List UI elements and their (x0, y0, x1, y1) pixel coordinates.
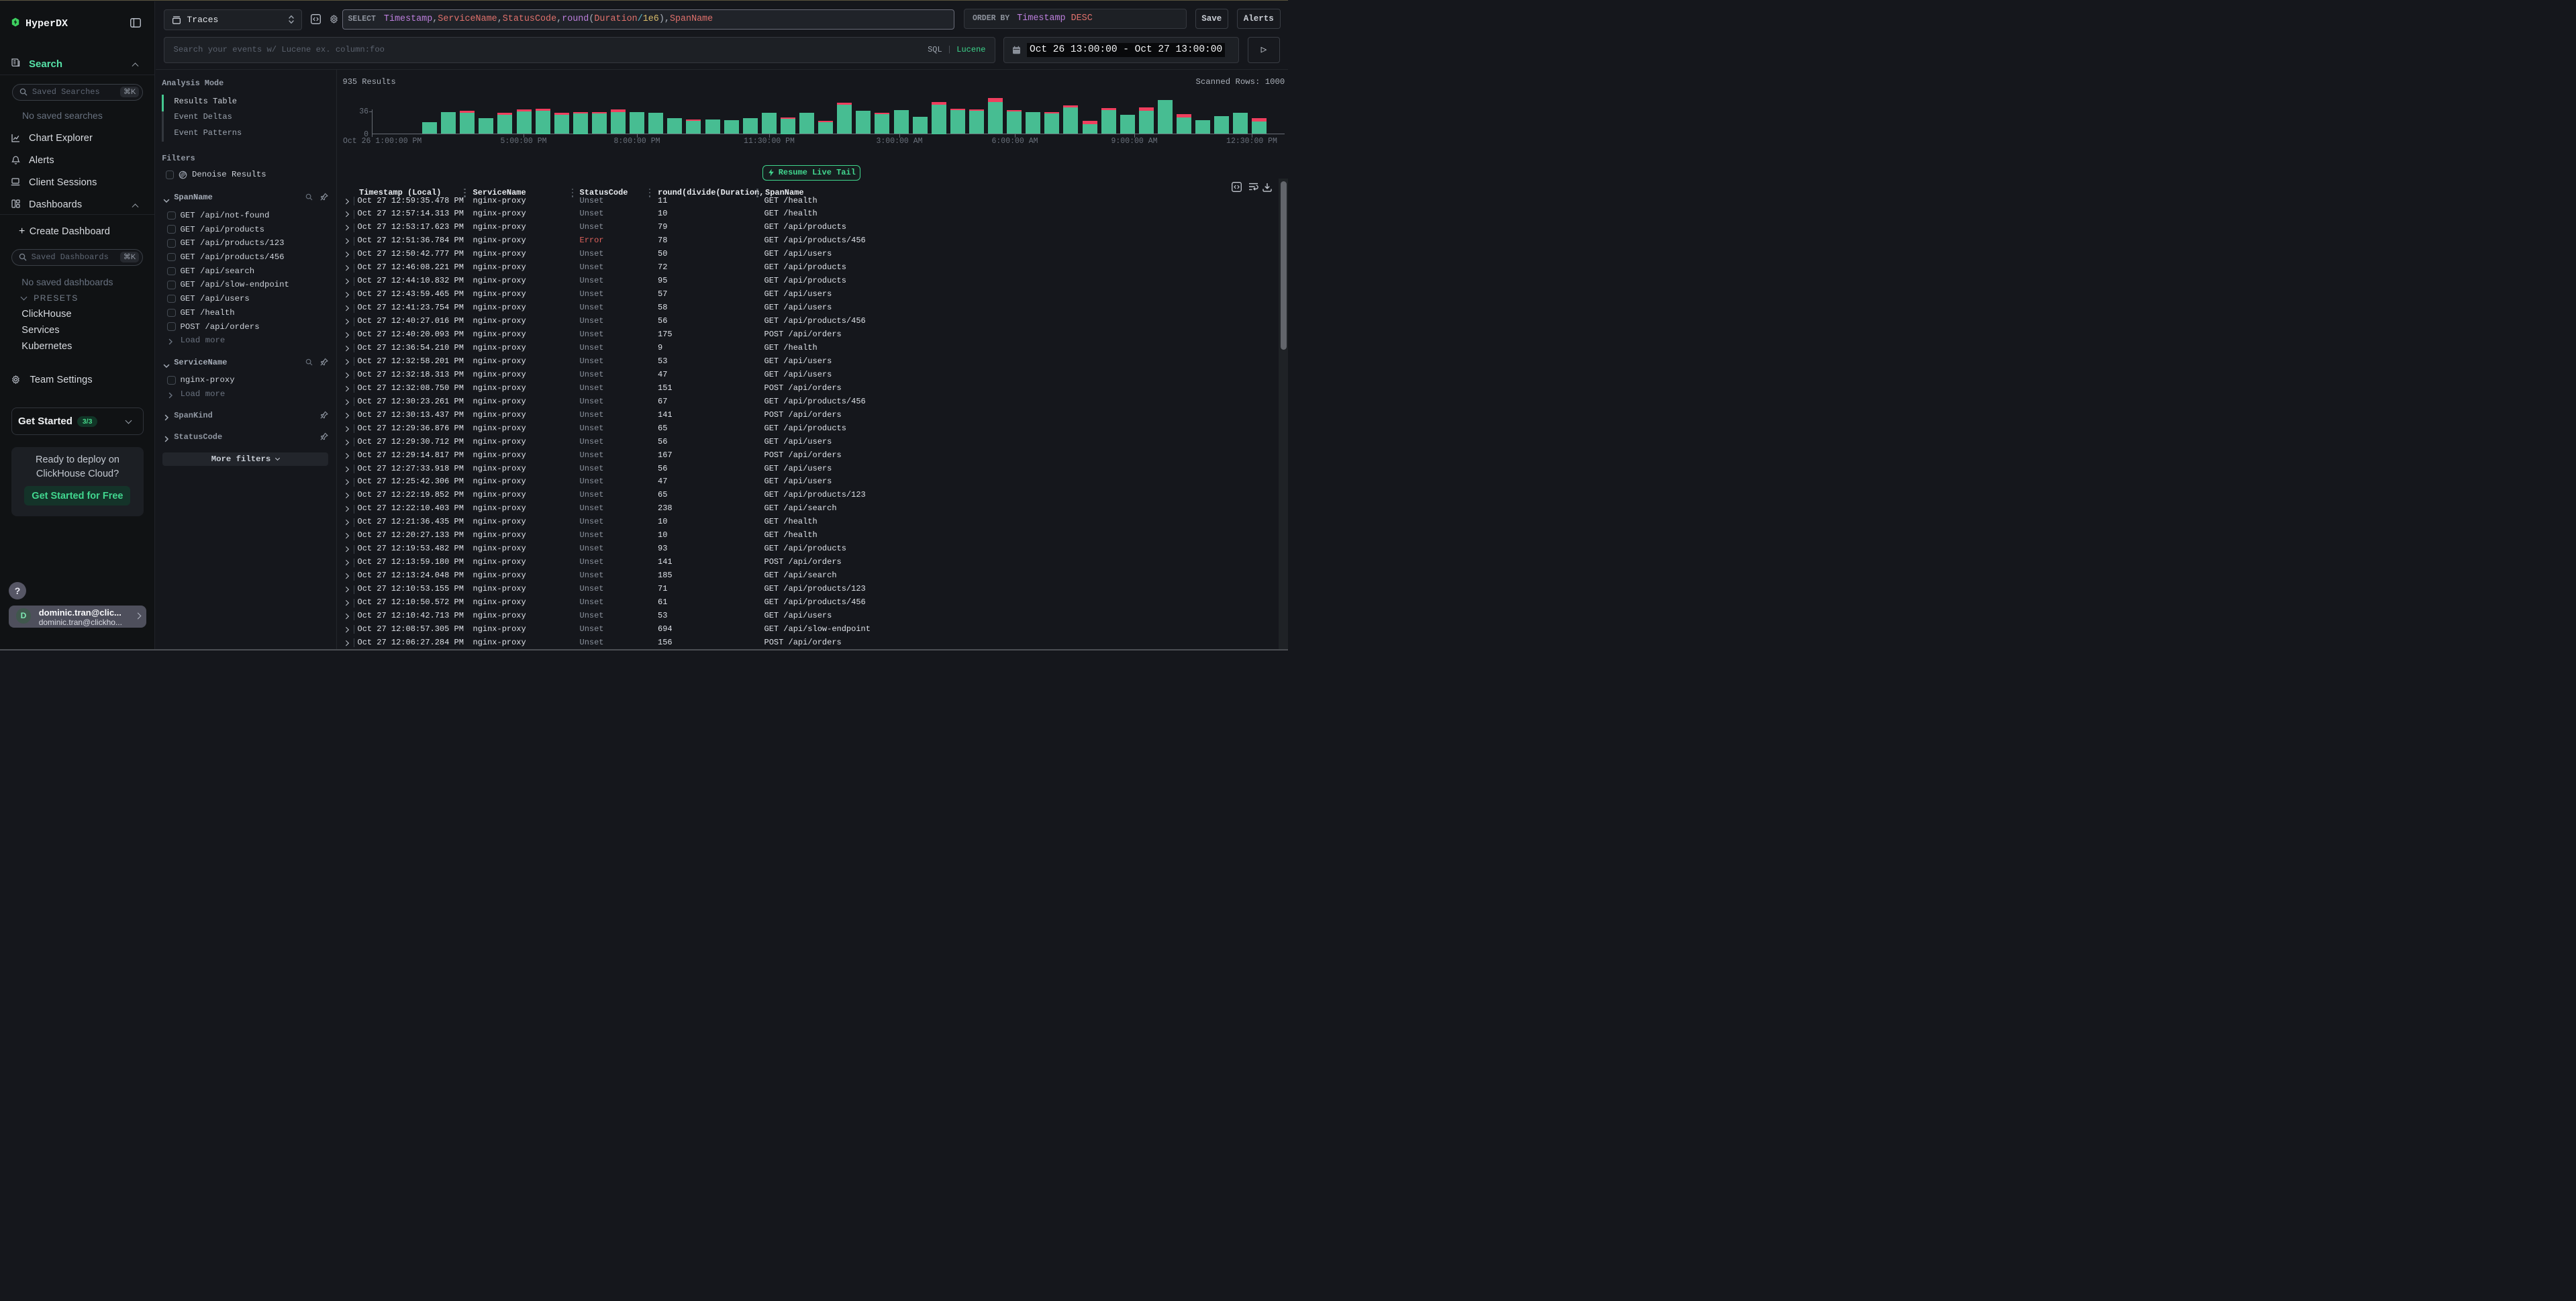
svg-text:?: ? (14, 585, 20, 596)
